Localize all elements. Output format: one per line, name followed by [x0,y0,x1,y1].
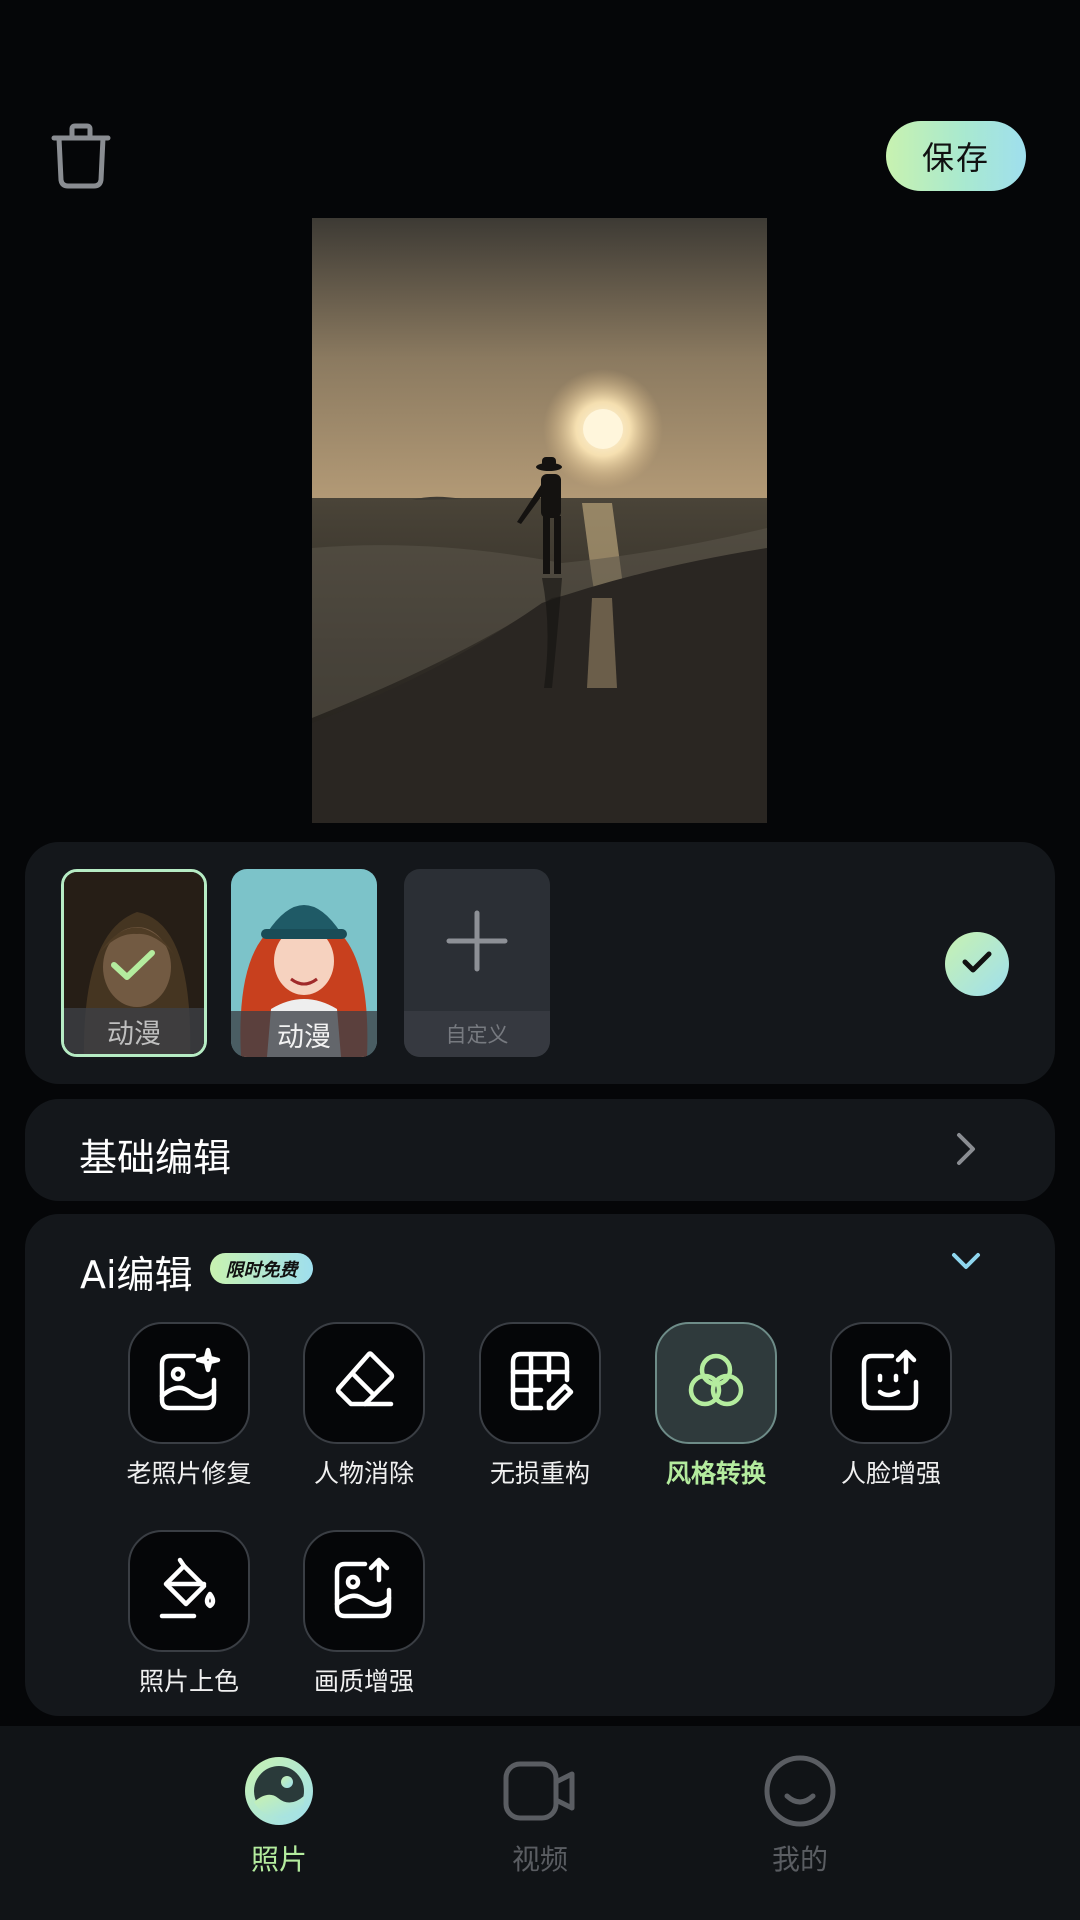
style-thumb-label: 动漫 [231,1011,377,1057]
tool-label: 老照片修复 [126,1459,252,1488]
chevron-right-icon [955,1131,977,1171]
bottom-nav: 照片 视频 我的 [0,1726,1080,1920]
style-circles-icon [681,1346,751,1420]
custom-style-button[interactable]: 自定义 [404,869,550,1057]
eraser-icon [329,1346,399,1420]
tool-lossless-rebuild[interactable]: 无损重构 [465,1322,615,1490]
tool-label: 人脸增强 [840,1459,941,1488]
tool-face-enhance[interactable]: 人脸增强 [816,1322,966,1490]
paint-bucket-icon [154,1554,224,1628]
image-upload-icon [329,1554,399,1628]
photo-sparkle-icon [154,1346,224,1420]
style-thumb-anime-1[interactable]: 动漫 [61,869,207,1057]
tool-label: 画质增强 [313,1667,414,1696]
nav-photos[interactable]: 照片 [209,1754,349,1878]
style-thumb-anime-2[interactable]: 动漫 [231,869,377,1057]
tool-old-photo-restore[interactable]: 老照片修复 [114,1322,264,1490]
nav-label: 照片 [250,1843,307,1876]
tool-label: 人物消除 [313,1459,414,1488]
photo-icon [242,1754,316,1832]
nav-label: 视频 [511,1843,568,1876]
face-upload-icon [856,1346,926,1420]
grid-edit-icon [505,1346,575,1420]
check-icon [962,950,992,978]
nav-mine[interactable]: 我的 [730,1754,870,1878]
tool-label: 无损重构 [489,1459,590,1488]
video-icon [500,1754,580,1832]
chevron-down-icon[interactable] [951,1252,981,1276]
style-thumb-label: 动漫 [64,1008,204,1054]
tool-quality-enhance[interactable]: 画质增强 [289,1530,439,1698]
save-button[interactable]: 保存 [886,121,1026,191]
basic-edit-row[interactable]: 基础编辑 [25,1099,1055,1201]
free-badge: 限时免费 [210,1253,313,1284]
tool-style-transfer[interactable]: 风格转换 [641,1322,791,1490]
custom-style-label: 自定义 [404,1011,550,1057]
smile-icon [763,1754,837,1832]
plus-icon [445,909,509,977]
basic-edit-title: 基础编辑 [79,1136,232,1180]
tool-photo-colorize[interactable]: 照片上色 [114,1530,264,1698]
confirm-style-button[interactable] [945,932,1009,996]
tool-person-remove[interactable]: 人物消除 [289,1322,439,1490]
trash-icon[interactable] [50,122,112,190]
selected-check-icon [110,948,156,986]
ai-edit-title: Ai编辑 [80,1253,193,1297]
nav-label: 我的 [771,1843,828,1876]
tool-label: 照片上色 [138,1667,239,1696]
ai-edit-panel: Ai编辑 限时免费 老照片修复 人物消除 无损重构 风格转换 人脸增强 照片上色… [25,1214,1055,1716]
tool-label: 风格转换 [665,1459,766,1488]
style-panel: 动漫 动漫 自定义 [25,842,1055,1084]
nav-videos[interactable]: 视频 [470,1754,610,1878]
photo-preview [312,218,767,823]
